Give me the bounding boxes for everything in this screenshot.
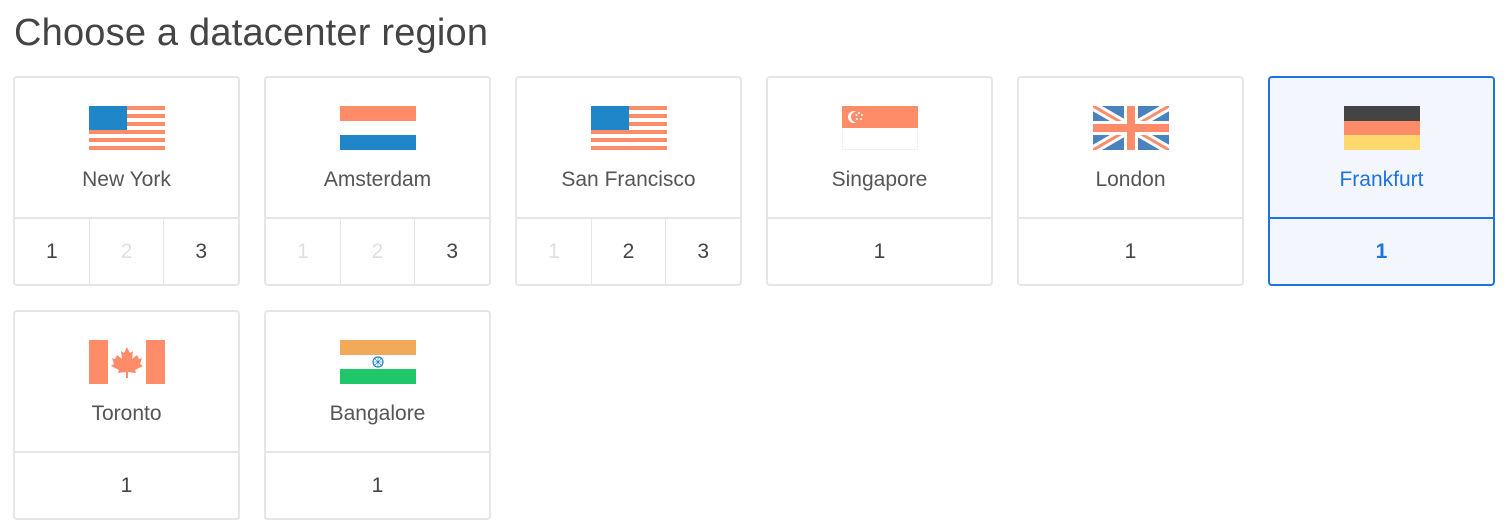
region-card-header: New York bbox=[15, 78, 238, 219]
datacenter-options: 1 2 3 bbox=[266, 219, 489, 284]
datacenter-option-disabled: 1 bbox=[547, 240, 560, 263]
datacenter-option-disabled: 1 bbox=[296, 240, 309, 263]
region-card-san-francisco[interactable]: San Francisco 1 2 3 bbox=[515, 76, 742, 286]
region-card-singapore[interactable]: Singapore 1 bbox=[766, 76, 993, 286]
region-name: Frankfurt bbox=[1339, 168, 1424, 191]
datacenter-option-disabled: 2 bbox=[339, 219, 415, 284]
region-card-header: Amsterdam bbox=[266, 78, 489, 219]
region-name: Toronto bbox=[91, 402, 162, 425]
datacenter-options: 1 bbox=[1270, 219, 1493, 284]
india-flag-icon bbox=[339, 340, 416, 384]
region-card-bangalore[interactable]: Bangalore 1 bbox=[264, 310, 491, 520]
region-card-header: Toronto bbox=[15, 312, 238, 453]
canada-flag-icon bbox=[88, 340, 165, 384]
datacenter-option[interactable]: 2 bbox=[590, 219, 666, 284]
datacenter-options: 1 2 3 bbox=[517, 219, 740, 284]
region-name: San Francisco bbox=[561, 168, 696, 191]
uk-flag-icon bbox=[1092, 106, 1169, 150]
germany-flag-icon bbox=[1343, 106, 1420, 150]
region-name: Amsterdam bbox=[323, 168, 432, 191]
datacenter-option[interactable]: 3 bbox=[163, 219, 238, 284]
datacenter-options: 1 bbox=[266, 453, 489, 518]
us-flag-icon bbox=[88, 106, 165, 150]
datacenter-options: 1 2 3 bbox=[15, 219, 238, 284]
region-name: London bbox=[1095, 168, 1166, 191]
singapore-flag-icon bbox=[841, 106, 918, 150]
datacenter-option-disabled: 2 bbox=[88, 219, 164, 284]
datacenter-option[interactable]: 3 bbox=[665, 219, 740, 284]
datacenter-options: 1 bbox=[15, 453, 238, 518]
datacenter-options: 1 bbox=[1019, 219, 1242, 284]
region-card-header: London bbox=[1019, 78, 1242, 219]
datacenter-option[interactable]: 1 bbox=[768, 219, 991, 284]
region-card-toronto[interactable]: Toronto 1 bbox=[13, 310, 240, 520]
datacenter-option-selected[interactable]: 1 bbox=[1270, 219, 1493, 284]
region-card-header: Bangalore bbox=[266, 312, 489, 453]
netherlands-flag-icon bbox=[339, 106, 416, 150]
datacenter-option[interactable]: 1 bbox=[15, 453, 238, 518]
us-flag-icon bbox=[590, 106, 667, 150]
region-name: New York bbox=[82, 168, 171, 191]
region-grid: New York 1 2 3 Amsterdam 1 2 3 San Franc… bbox=[13, 76, 1495, 520]
region-card-amsterdam[interactable]: Amsterdam 1 2 3 bbox=[264, 76, 491, 286]
datacenter-options: 1 bbox=[768, 219, 991, 284]
datacenter-option[interactable]: 1 bbox=[15, 219, 89, 284]
region-card-header: San Francisco bbox=[517, 78, 740, 219]
region-card-header: Singapore bbox=[768, 78, 991, 219]
region-card-header: Frankfurt bbox=[1270, 78, 1493, 219]
region-name: Singapore bbox=[831, 168, 928, 191]
region-card-frankfurt[interactable]: Frankfurt 1 bbox=[1268, 76, 1495, 286]
region-card-new-york[interactable]: New York 1 2 3 bbox=[13, 76, 240, 286]
datacenter-option[interactable]: 3 bbox=[414, 219, 489, 284]
datacenter-option[interactable]: 1 bbox=[1019, 219, 1242, 284]
region-name: Bangalore bbox=[329, 402, 426, 425]
page-title: Choose a datacenter region bbox=[14, 12, 489, 54]
datacenter-option[interactable]: 1 bbox=[266, 453, 489, 518]
region-card-london[interactable]: London 1 bbox=[1017, 76, 1244, 286]
